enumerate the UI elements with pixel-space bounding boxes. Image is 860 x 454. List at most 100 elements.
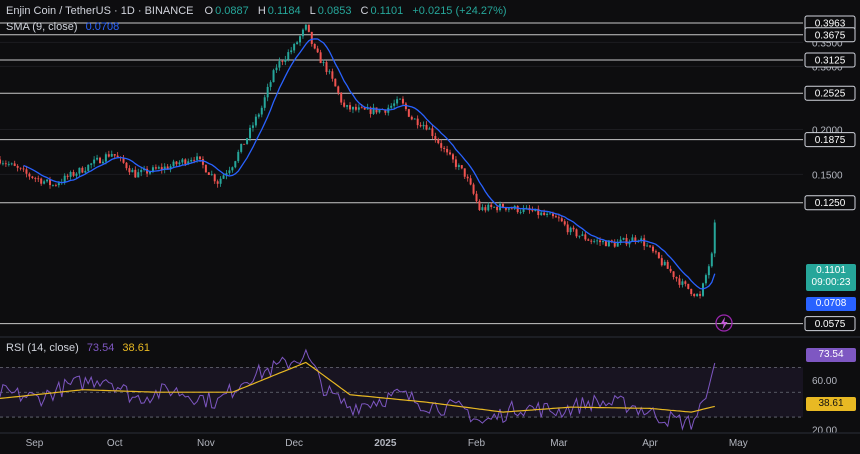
- candle-body: [657, 252, 660, 259]
- candle-body: [75, 173, 78, 176]
- candle-body: [10, 163, 13, 165]
- candle-body: [78, 167, 81, 174]
- candle-body: [204, 164, 207, 173]
- candle-body: [51, 184, 54, 186]
- candle-body: [66, 175, 69, 177]
- candle-body: [199, 156, 202, 160]
- candle-body: [101, 161, 104, 164]
- candle-body: [428, 128, 431, 130]
- candle-body: [104, 154, 107, 162]
- candle-body: [216, 181, 219, 184]
- candle-body: [681, 281, 684, 285]
- candle-body: [249, 127, 252, 139]
- candle-body: [490, 204, 493, 208]
- candle-body: [131, 169, 134, 173]
- candle-body: [357, 107, 360, 110]
- candle-body: [128, 168, 131, 173]
- candle-body: [440, 143, 443, 148]
- candle-body: [425, 124, 428, 130]
- candle-body: [46, 179, 49, 182]
- candle-body: [431, 128, 434, 137]
- candle-body: [507, 208, 510, 210]
- candle-body: [4, 163, 7, 165]
- candle-body: [651, 246, 654, 252]
- candle-body: [0, 159, 1, 164]
- candle-body: [672, 271, 675, 278]
- candle-body: [337, 86, 340, 93]
- candle-body: [434, 136, 437, 140]
- candle-body: [237, 151, 240, 162]
- candle-body: [231, 167, 234, 171]
- candle-body: [563, 221, 566, 225]
- candle-body: [107, 154, 110, 157]
- candle-body: [466, 176, 469, 179]
- candle-body: [696, 294, 699, 297]
- candle-body: [572, 227, 575, 230]
- time-tick-label: Feb: [468, 438, 486, 449]
- candle-body: [87, 164, 90, 171]
- candle-body: [228, 170, 231, 174]
- candle-body: [551, 213, 554, 217]
- symbol-header: Enjin Coin / TetherUS · 1D · BINANCE O 0.…: [6, 5, 509, 17]
- candle-body: [13, 163, 16, 166]
- high-value: 0.1184: [267, 5, 301, 17]
- candle-body: [322, 62, 325, 64]
- candle-body: [201, 159, 204, 165]
- rsi-tick-label: 60.00: [812, 376, 837, 387]
- candle-body: [16, 165, 19, 168]
- candle-body: [587, 239, 590, 241]
- candle-body: [546, 213, 549, 215]
- candle-body: [319, 52, 322, 64]
- candle-body: [351, 106, 354, 110]
- candle-body: [675, 277, 678, 279]
- candle-body: [37, 178, 40, 180]
- candle-body: [125, 162, 128, 169]
- candle-body: [34, 177, 37, 179]
- candle-body: [54, 184, 57, 186]
- trading-chart[interactable]: 0.35000.30000.20000.15000.39630.36750.31…: [0, 0, 860, 454]
- sma-badge: 0.0708: [806, 297, 856, 311]
- candle-body: [593, 240, 596, 242]
- candle-body: [246, 138, 249, 144]
- candle-body: [190, 159, 193, 162]
- candle-body: [157, 167, 160, 169]
- level-label: 0.3675: [815, 30, 846, 41]
- candle-body: [599, 240, 602, 243]
- candle-body: [346, 105, 349, 107]
- candle-body: [269, 82, 272, 87]
- candle-body: [601, 241, 604, 243]
- candle-body: [334, 78, 337, 87]
- candle-body: [401, 98, 404, 104]
- candle-body: [410, 116, 413, 120]
- symbol-title[interactable]: Enjin Coin / TetherUS · 1D · BINANCE: [6, 5, 193, 17]
- candle-body: [443, 147, 446, 149]
- candle-body: [22, 168, 25, 170]
- time-tick-label: Oct: [107, 438, 123, 449]
- candle-body: [175, 161, 178, 165]
- candle-body: [554, 216, 557, 218]
- candle-body: [137, 172, 140, 178]
- candle-body: [219, 178, 222, 184]
- candle-body: [96, 157, 99, 160]
- candle-body: [275, 67, 278, 71]
- candle-body: [549, 213, 552, 215]
- candle-body: [646, 245, 649, 247]
- rsi-badge: 73.54: [806, 348, 856, 362]
- candle-body: [354, 106, 357, 110]
- candle-body: [110, 154, 113, 157]
- candle-body: [531, 210, 534, 212]
- candle-body: [557, 217, 560, 219]
- rsi-header[interactable]: RSI (14, close) 73.54 38.61: [6, 342, 152, 354]
- candle-body: [699, 294, 702, 296]
- candle-body: [134, 169, 137, 178]
- candle-body: [328, 71, 331, 73]
- candle-body: [578, 235, 581, 237]
- sma-header[interactable]: SMA (9, close) 0.0708: [6, 21, 121, 33]
- candle-body: [649, 245, 652, 247]
- candle-body: [643, 238, 646, 247]
- candle-body: [460, 165, 463, 169]
- candle-body: [422, 124, 425, 127]
- candle-body: [590, 240, 593, 242]
- candle-body: [475, 193, 478, 202]
- candle-body: [349, 105, 352, 110]
